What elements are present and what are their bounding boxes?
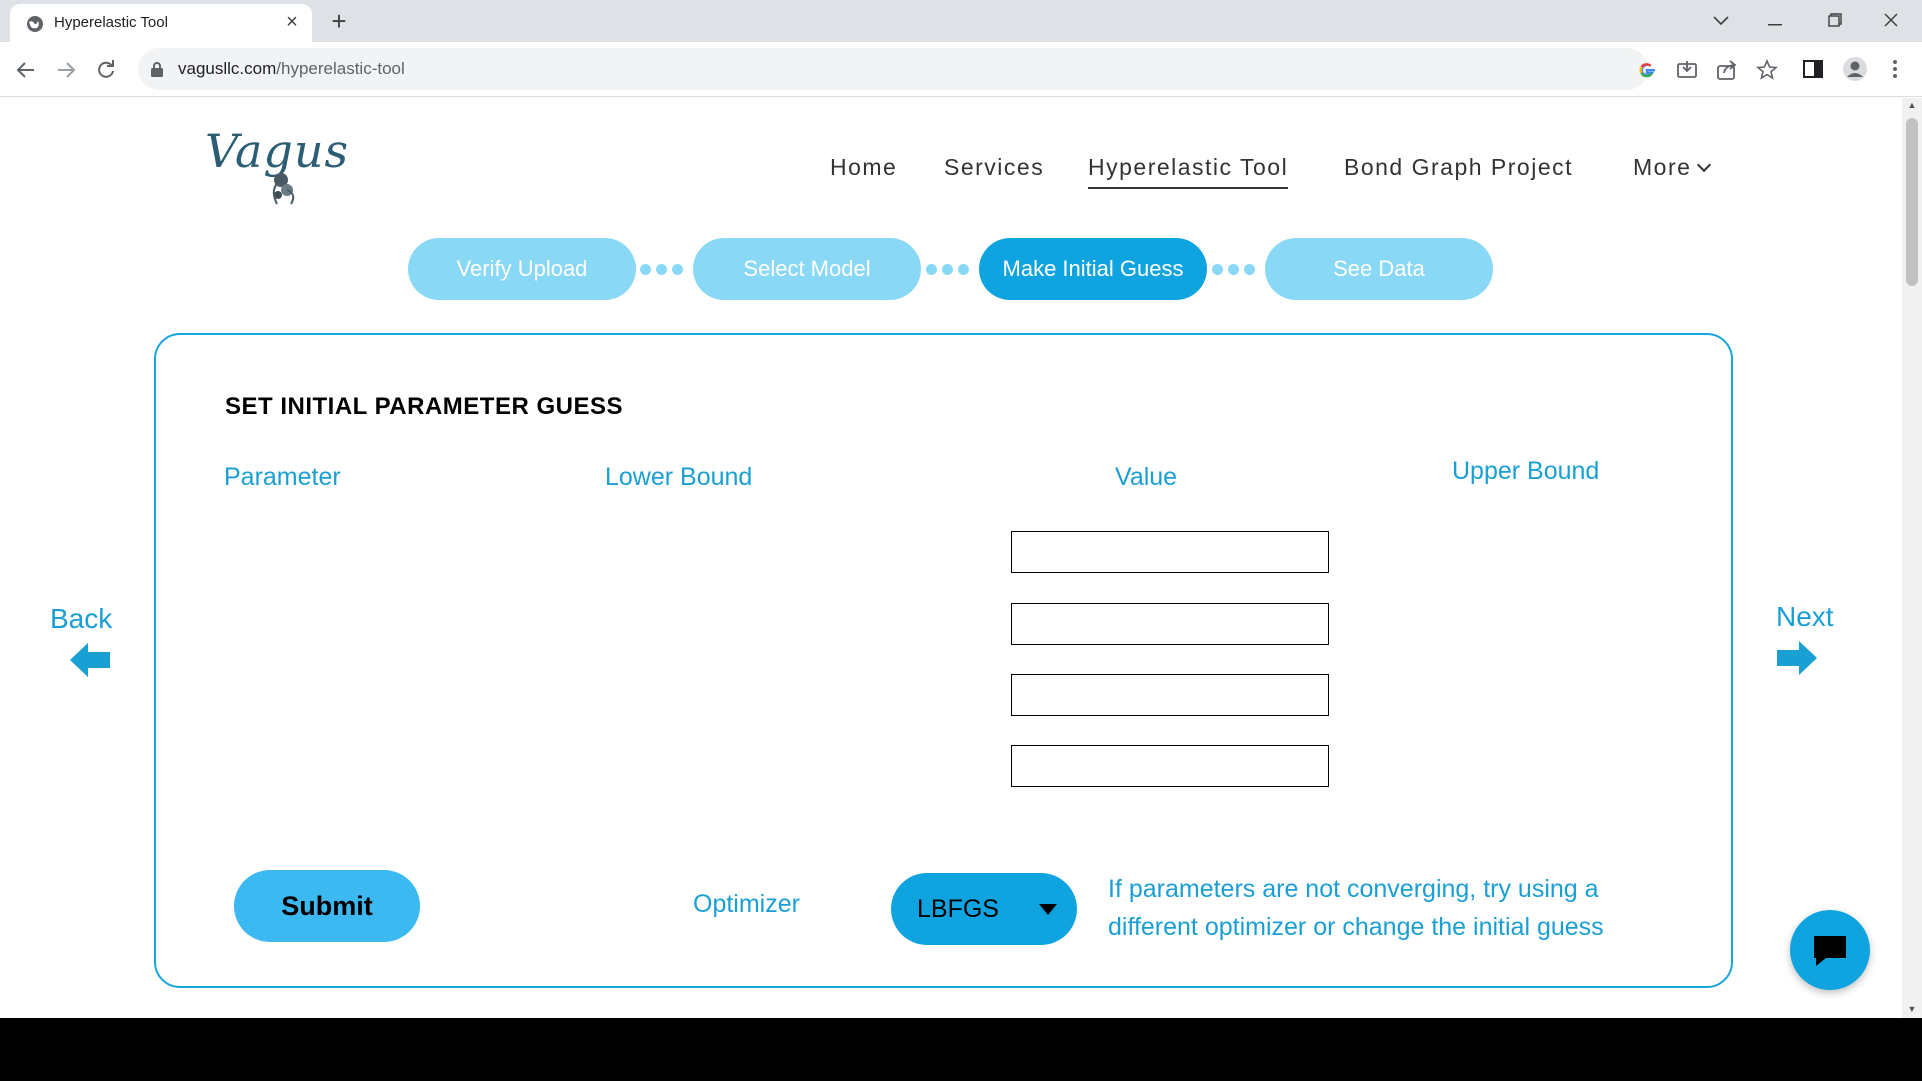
url-domain: vagusllc.com	[178, 59, 277, 78]
step-make-initial-guess[interactable]: Make Initial Guess	[979, 238, 1207, 300]
close-window-icon[interactable]	[1868, 4, 1914, 36]
step-verify-upload[interactable]: Verify Upload	[408, 238, 636, 300]
card-title: SET INITIAL PARAMETER GUESS	[225, 393, 623, 420]
scroll-down-arrow-icon[interactable]: ▼	[1907, 1004, 1917, 1014]
nav-hyperelastic-tool[interactable]: Hyperelastic Tool	[1088, 154, 1289, 189]
chat-button[interactable]	[1790, 910, 1870, 990]
profile-avatar-icon[interactable]	[1842, 56, 1868, 82]
column-upper-bound: Upper Bound	[1452, 457, 1600, 485]
restore-icon[interactable]	[1812, 4, 1858, 36]
vagus-logo[interactable]: Vagus	[205, 124, 348, 208]
submit-button[interactable]: Submit	[234, 870, 420, 942]
star-bookmark-icon[interactable]	[1756, 59, 1778, 81]
google-icon[interactable]	[1636, 59, 1658, 81]
nav-more-label: More	[1633, 154, 1692, 180]
optimizer-select[interactable]: LBFGS	[891, 873, 1077, 945]
optimizer-label: Optimizer	[693, 890, 800, 918]
step-select-model[interactable]: Select Model	[693, 238, 921, 300]
browser-tabstrip: Hyperelastic Tool × +	[0, 0, 1922, 42]
chevron-down-icon	[1697, 157, 1712, 173]
column-value: Value	[1115, 463, 1178, 491]
column-parameter: Parameter	[224, 463, 341, 491]
address-bar[interactable]: vagusllc.com/hyperelastic-tool	[138, 48, 1778, 90]
nav-more[interactable]: More	[1633, 154, 1712, 181]
value-input-1[interactable]	[1011, 531, 1329, 573]
forward-arrow-icon[interactable]	[50, 54, 82, 86]
web-page: Vagus Home Services Hyperelastic Tool Bo…	[0, 98, 1902, 1018]
tab-search-chevron-down-icon[interactable]	[1698, 4, 1744, 36]
nav-bond-graph-project[interactable]: Bond Graph Project	[1344, 154, 1573, 181]
chat-bubble-icon	[1814, 936, 1846, 966]
optimizer-hint: If parameters are not converging, try us…	[1108, 875, 1604, 941]
new-tab-button[interactable]: +	[324, 6, 354, 36]
share-icon[interactable]	[1716, 59, 1738, 81]
browser-toolbar: vagusllc.com/hyperelastic-tool	[0, 42, 1922, 97]
value-input-4[interactable]	[1011, 745, 1329, 787]
kebab-menu-icon[interactable]	[1882, 56, 1908, 82]
arrow-left-icon[interactable]	[70, 643, 110, 677]
side-panel-icon[interactable]	[1800, 56, 1826, 82]
nav-home[interactable]: Home	[830, 154, 897, 181]
reload-icon[interactable]	[90, 54, 122, 86]
nav-services[interactable]: Services	[944, 154, 1044, 181]
page-scrollbar[interactable]: ▲ ▼	[1902, 98, 1922, 1018]
install-app-icon[interactable]	[1676, 59, 1698, 81]
column-lower-bound: Lower Bound	[605, 463, 753, 491]
value-input-2[interactable]	[1011, 603, 1329, 645]
parameter-guess-card: SET INITIAL PARAMETER GUESS Parameter Lo…	[154, 333, 1733, 988]
scroll-up-arrow-icon[interactable]: ▲	[1907, 100, 1917, 110]
back-arrow-icon[interactable]	[10, 54, 42, 86]
url-path: /hyperelastic-tool	[276, 59, 405, 78]
caret-down-icon	[1039, 904, 1057, 915]
bottom-black-bar	[0, 1018, 1922, 1081]
optimizer-selected-value: LBFGS	[917, 895, 999, 923]
next-link[interactable]: Next	[1776, 601, 1834, 633]
minimize-icon[interactable]	[1752, 4, 1798, 36]
url-text: vagusllc.com/hyperelastic-tool	[178, 59, 405, 79]
arrow-right-icon[interactable]	[1777, 641, 1817, 675]
close-tab-icon[interactable]: ×	[280, 10, 304, 34]
lock-icon	[151, 62, 163, 77]
step-see-data[interactable]: See Data	[1265, 238, 1493, 300]
globe-icon	[27, 16, 43, 32]
neuron-emblem-icon	[272, 173, 295, 205]
value-input-3[interactable]	[1011, 674, 1329, 716]
browser-tab[interactable]: Hyperelastic Tool ×	[10, 4, 312, 42]
tab-title: Hyperelastic Tool	[54, 14, 168, 31]
back-link[interactable]: Back	[50, 603, 112, 635]
scrollbar-thumb[interactable]	[1906, 118, 1918, 286]
